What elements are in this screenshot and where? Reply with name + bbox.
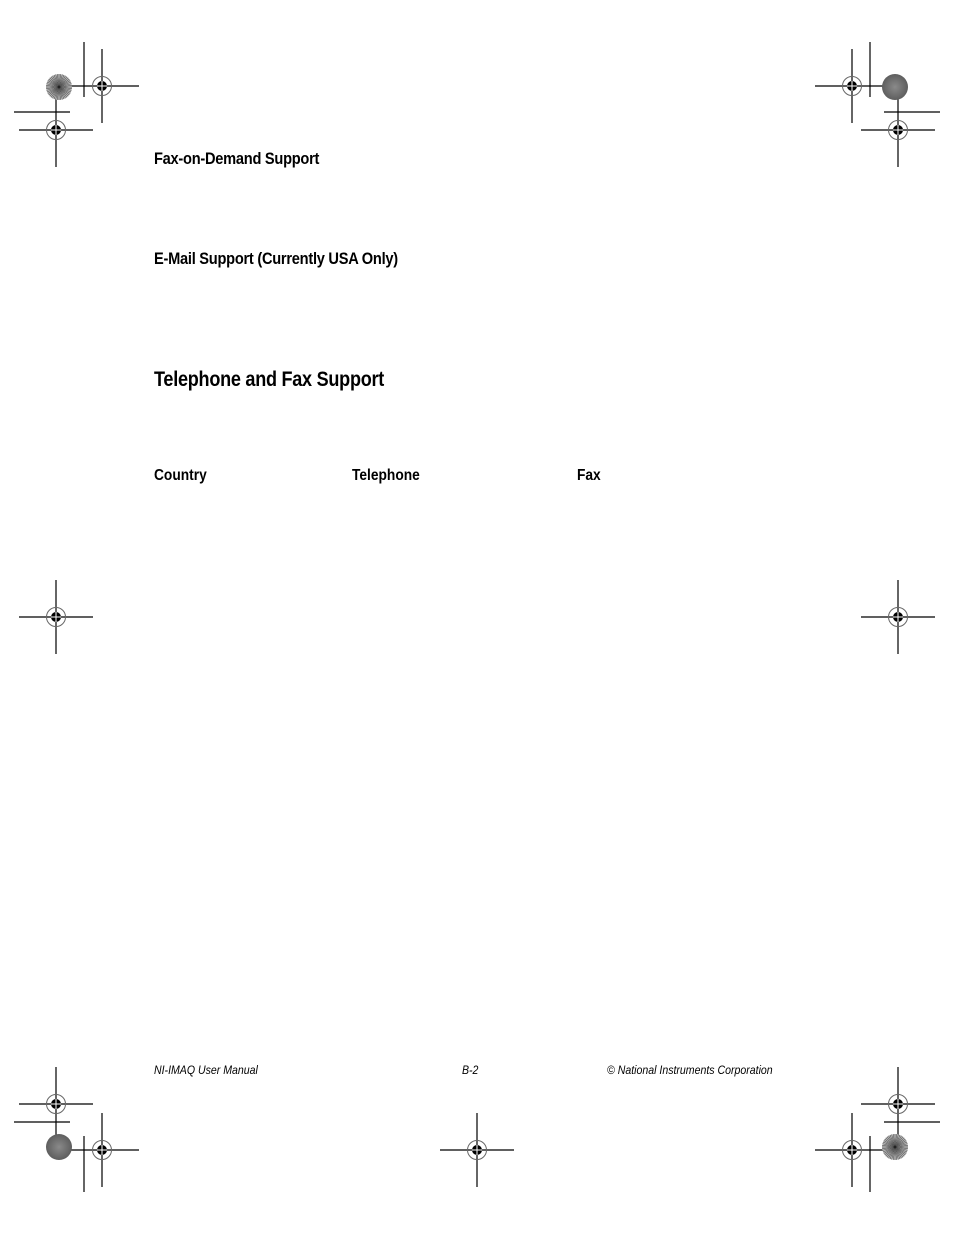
crosshair-target-icon bbox=[861, 93, 935, 167]
crosshair-target-icon bbox=[815, 1113, 889, 1187]
footer-copyright: © National Instruments Corporation bbox=[607, 1063, 773, 1077]
gray-disc-icon bbox=[46, 1134, 72, 1160]
crosshair-target-icon bbox=[440, 1113, 514, 1187]
crosshair-target-icon bbox=[815, 49, 889, 123]
crosshair-target-icon bbox=[65, 1113, 139, 1187]
column-header-telephone: Telephone bbox=[352, 467, 420, 484]
footer-manual-title: NI-IMAQ User Manual bbox=[154, 1063, 258, 1077]
gray-disc-icon bbox=[882, 74, 908, 100]
crosshair-target-icon bbox=[65, 49, 139, 123]
crosshair-target-icon bbox=[19, 1067, 93, 1141]
section-heading-email-support: E-Mail Support (Currently USA Only) bbox=[154, 249, 398, 268]
column-header-fax: Fax bbox=[577, 467, 601, 484]
crosshair-target-icon bbox=[19, 580, 93, 654]
crosshair-target-icon bbox=[861, 1067, 935, 1141]
printer-marks-layer bbox=[14, 42, 940, 1192]
crop-lines bbox=[14, 42, 940, 1192]
section-heading-fax-on-demand: Fax-on-Demand Support bbox=[154, 149, 320, 168]
section-heading-telephone-fax: Telephone and Fax Support bbox=[154, 368, 385, 391]
column-header-country: Country bbox=[154, 467, 207, 484]
footer-page-number: B-2 bbox=[462, 1063, 479, 1077]
starburst-icon bbox=[46, 74, 72, 100]
crosshair-target-icon bbox=[19, 93, 93, 167]
crosshair-target-icon bbox=[861, 580, 935, 654]
starburst-icon bbox=[882, 1134, 908, 1160]
